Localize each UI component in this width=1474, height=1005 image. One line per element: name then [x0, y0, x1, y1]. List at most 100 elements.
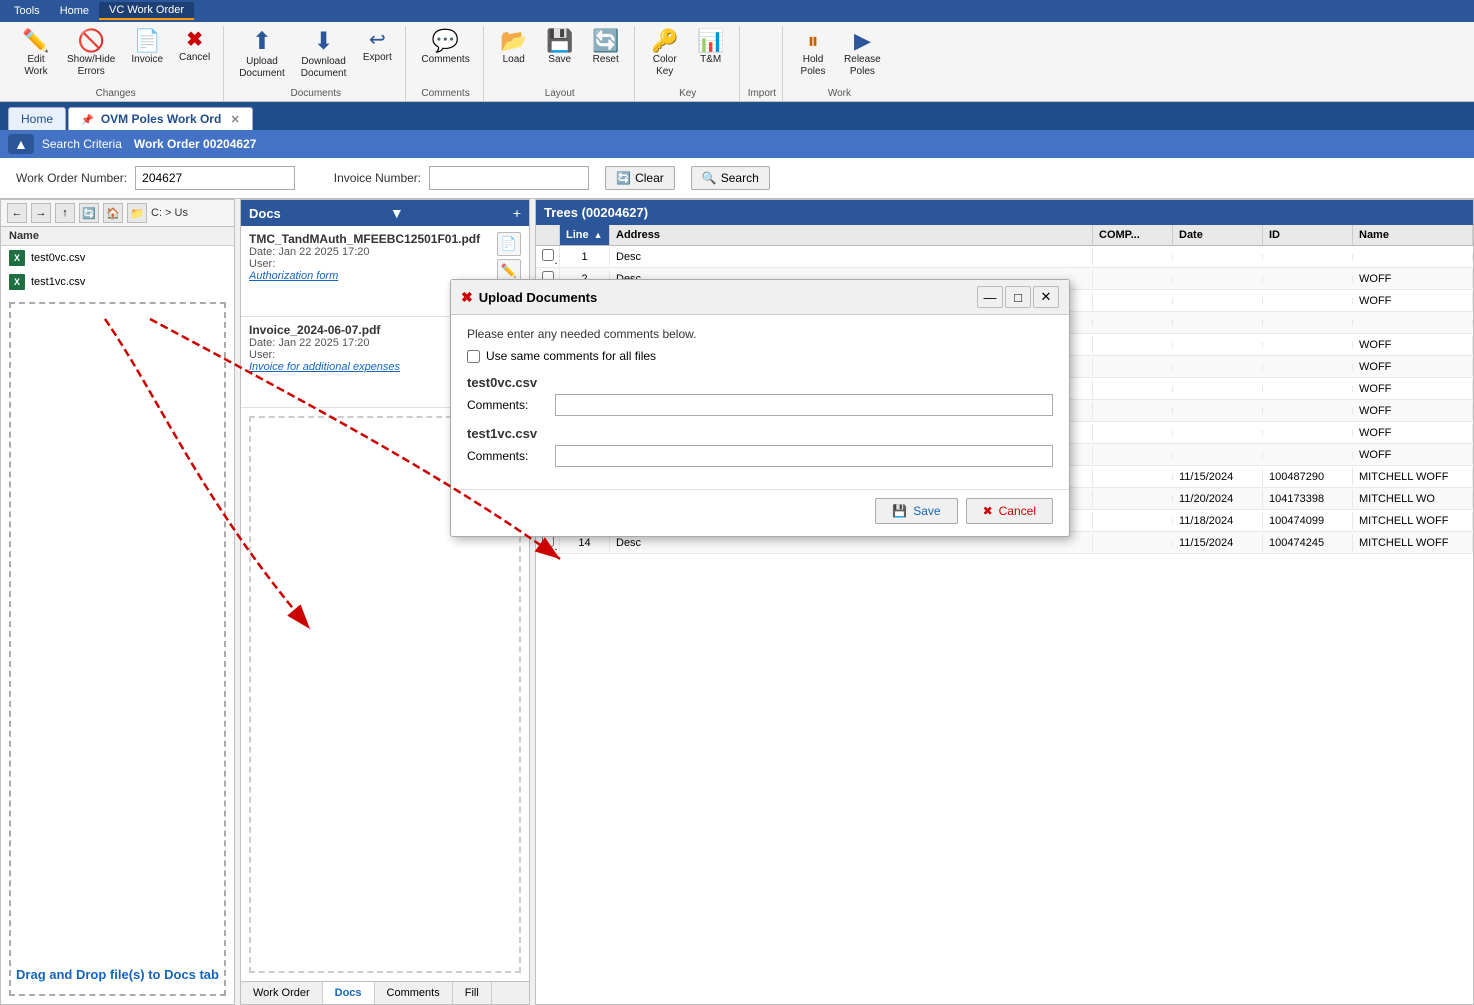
- ribbon-group-documents: ⬆ UploadDocument ⬇ DownloadDocument ↩ Ex…: [226, 26, 406, 101]
- modal-close-button[interactable]: ✕: [1033, 286, 1059, 308]
- reset-button[interactable]: 🔄 Reset: [584, 26, 628, 86]
- hold-poles-button[interactable]: ⏸ HoldPoles: [791, 26, 835, 86]
- tab-ovm-label: OVM Poles Work Ord: [101, 112, 221, 126]
- modal-checkbox-row: Use same comments for all files: [467, 349, 1053, 363]
- modal-footer: 💾 Save ✖ Cancel: [451, 489, 1069, 536]
- work-group-label: Work: [791, 86, 888, 99]
- key-group-label: Key: [643, 86, 733, 99]
- search-label: Search: [721, 171, 759, 185]
- modal-title-icon: ✖: [461, 289, 473, 306]
- ribbon: ✏️ EditWork 🚫 Show/HideErrors 📄 Invoice …: [0, 22, 1474, 102]
- comments-row-1: Comments:: [467, 445, 1053, 467]
- save-icon: 💾: [546, 30, 573, 52]
- criteria-toggle-button[interactable]: ▲: [8, 134, 34, 154]
- comments-group-label: Comments: [414, 86, 476, 99]
- upload-document-button[interactable]: ⬆ UploadDocument: [232, 26, 292, 86]
- ribbon-group-work: ⏸ HoldPoles ▶ ReleasePoles Work: [785, 26, 894, 101]
- tab-ovm-poles[interactable]: 📌 OVM Poles Work Ord ✕: [68, 107, 253, 130]
- export-icon: ↩: [369, 30, 386, 50]
- modal-save-button[interactable]: 💾 Save: [875, 498, 957, 524]
- show-hide-errors-label: Show/HideErrors: [67, 54, 115, 78]
- search-button[interactable]: 🔍 Search: [691, 166, 770, 190]
- cancel-button[interactable]: ✖ Cancel: [172, 26, 217, 86]
- documents-group-label: Documents: [232, 86, 399, 99]
- changes-group-label: Changes: [14, 86, 217, 99]
- same-comments-label: Use same comments for all files: [486, 349, 656, 363]
- invoice-label: Invoice: [131, 54, 163, 66]
- modal-titlebar: ✖ Upload Documents — □ ✕: [451, 280, 1069, 315]
- export-label: Export: [363, 52, 392, 64]
- same-comments-checkbox[interactable]: [467, 350, 480, 363]
- edit-work-label: EditWork: [24, 54, 47, 78]
- color-key-label: ColorKey: [653, 54, 677, 78]
- menu-vc-work-order[interactable]: VC Work Order: [99, 2, 194, 20]
- tab-home[interactable]: Home: [8, 107, 66, 130]
- load-icon: 📂: [500, 30, 527, 52]
- save-button[interactable]: 💾 Save: [538, 26, 582, 86]
- criteria-work-order: Work Order 00204627: [134, 137, 257, 151]
- ribbon-group-comments: 💬 Comments Comments: [408, 26, 483, 101]
- edit-work-icon: ✏️: [22, 30, 49, 52]
- modal-cancel-button[interactable]: ✖ Cancel: [966, 498, 1053, 524]
- modal-minimize-button[interactable]: —: [977, 286, 1003, 308]
- edit-work-button[interactable]: ✏️ EditWork: [14, 26, 58, 86]
- layout-group-label: Layout: [492, 86, 628, 99]
- download-document-button[interactable]: ⬇ DownloadDocument: [294, 26, 354, 86]
- comments-input-1[interactable]: [555, 445, 1053, 467]
- modal-save-label: Save: [913, 504, 940, 518]
- invoice-icon: 📄: [134, 30, 161, 52]
- show-hide-errors-button[interactable]: 🚫 Show/HideErrors: [60, 26, 122, 86]
- tm-button[interactable]: 📊 T&M: [689, 26, 733, 86]
- save-label: Save: [548, 54, 571, 66]
- modal-titlebar-controls: — □ ✕: [977, 286, 1059, 308]
- menu-home[interactable]: Home: [50, 3, 99, 19]
- clear-icon: 🔄: [616, 171, 631, 185]
- modal-overlay: ✖ Upload Documents — □ ✕ Please enter an…: [0, 199, 1474, 1005]
- color-key-button[interactable]: 🔑 ColorKey: [643, 26, 687, 86]
- color-key-icon: 🔑: [651, 30, 678, 52]
- show-hide-errors-icon: 🚫: [77, 30, 104, 52]
- import-group-label: Import: [748, 86, 776, 99]
- tab-row: Home 📌 OVM Poles Work Ord ✕: [0, 102, 1474, 130]
- invoice-button[interactable]: 📄 Invoice: [124, 26, 170, 86]
- comments-label-1: Comments:: [467, 449, 547, 463]
- hold-poles-label: HoldPoles: [801, 54, 826, 78]
- comments-button[interactable]: 💬 Comments: [414, 26, 476, 86]
- criteria-label: Search Criteria: [42, 137, 122, 151]
- cancel-icon: ✖: [186, 30, 203, 50]
- invoice-row: Invoice Number:: [311, 166, 589, 190]
- comments-input-0[interactable]: [555, 394, 1053, 416]
- reset-icon: 🔄: [592, 30, 619, 52]
- release-poles-button[interactable]: ▶ ReleasePoles: [837, 26, 888, 86]
- search-criteria-bar: ▲ Search Criteria Work Order 00204627: [0, 130, 1474, 158]
- ribbon-group-changes: ✏️ EditWork 🚫 Show/HideErrors 📄 Invoice …: [8, 26, 224, 101]
- comments-icon: 💬: [432, 30, 459, 52]
- modal-maximize-button[interactable]: □: [1005, 286, 1031, 308]
- upload-document-label: UploadDocument: [239, 56, 285, 80]
- menu-bar: Tools Home VC Work Order: [0, 0, 1474, 22]
- load-button[interactable]: 📂 Load: [492, 26, 536, 86]
- file-section-title-0: test0vc.csv: [467, 375, 1053, 390]
- comments-row-0: Comments:: [467, 394, 1053, 416]
- reset-label: Reset: [593, 54, 619, 66]
- release-poles-label: ReleasePoles: [844, 54, 881, 78]
- tab-pin-icon: 📌: [81, 115, 93, 126]
- export-button[interactable]: ↩ Export: [355, 26, 399, 86]
- modal-title: Upload Documents: [479, 290, 597, 305]
- work-order-input[interactable]: [135, 166, 295, 190]
- load-label: Load: [503, 54, 525, 66]
- download-document-label: DownloadDocument: [301, 56, 347, 80]
- main-content: ← → ↑ 🔄 🏠 📁 C: > Us Name X test0vc.csv X…: [0, 199, 1474, 1005]
- clear-label: Clear: [635, 171, 664, 185]
- menu-tools[interactable]: Tools: [4, 3, 50, 19]
- modal-body: Please enter any needed comments below. …: [451, 315, 1069, 489]
- modal-instruction: Please enter any needed comments below.: [467, 327, 1053, 341]
- modal-cancel-icon: ✖: [983, 504, 993, 518]
- clear-button[interactable]: 🔄 Clear: [605, 166, 675, 190]
- file-section-1: test1vc.csv Comments:: [467, 426, 1053, 467]
- release-poles-icon: ▶: [854, 30, 871, 52]
- tab-close-icon[interactable]: ✕: [231, 114, 240, 126]
- modal-save-icon: 💾: [892, 504, 907, 518]
- tm-icon: 📊: [697, 30, 724, 52]
- invoice-input[interactable]: [429, 166, 589, 190]
